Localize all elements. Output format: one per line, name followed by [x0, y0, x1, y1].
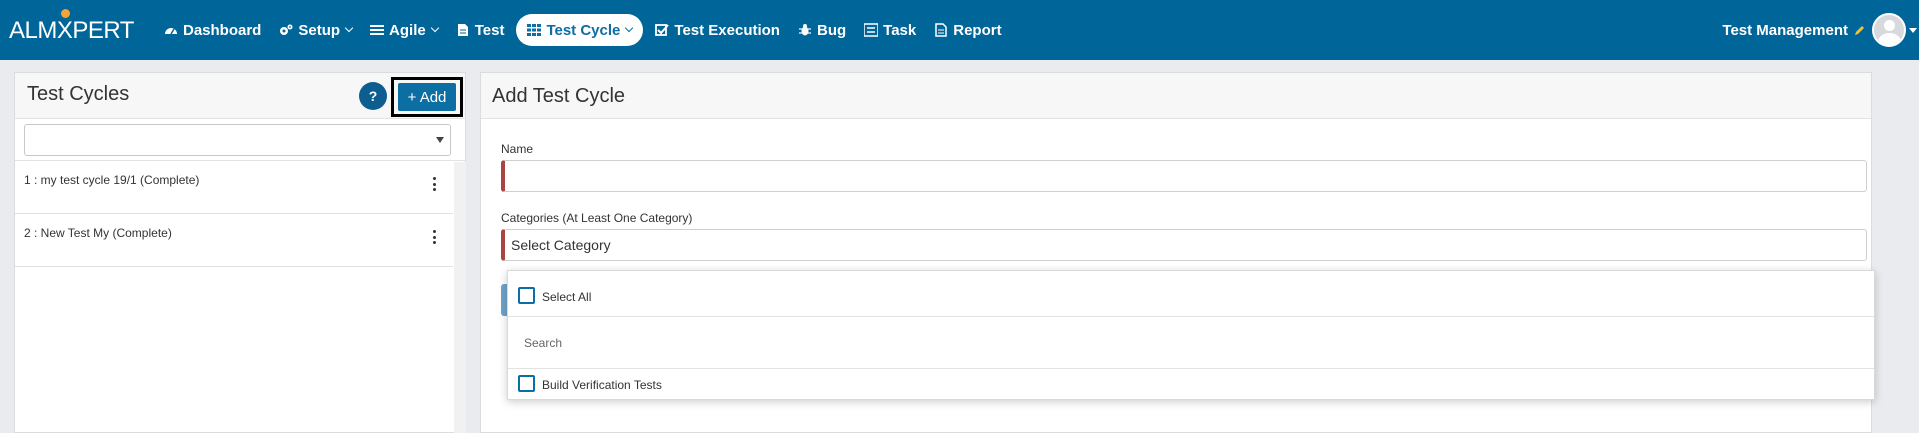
add-button[interactable]: + Add [398, 83, 456, 111]
name-label: Name [501, 142, 534, 156]
nav-task[interactable]: Task [855, 14, 925, 46]
nav-test-cycle[interactable]: Test Cycle [516, 14, 644, 46]
nav-bug-label: Bug [816, 21, 847, 39]
cycle-filter-select[interactable] [24, 124, 451, 156]
nav-dashboard-label: Dashboard [183, 21, 262, 39]
cycle-label: 1 : my test cycle 19/1 (Complete) [24, 173, 200, 187]
help-button[interactable]: ? [359, 82, 387, 110]
chevron-down-icon [430, 23, 439, 33]
gears-icon [280, 24, 293, 35]
cycle-label: 2 : New Test My (Complete) [24, 226, 172, 240]
select-all-label[interactable]: Select All [542, 290, 591, 304]
main-nav: Dashboard Setup Agile Test Test Cycle Te… [155, 14, 1011, 46]
kebab-menu-icon[interactable] [433, 230, 437, 244]
chevron-down-icon [344, 23, 354, 33]
kebab-menu-icon[interactable] [433, 177, 437, 191]
nav-report-label: Report [953, 21, 1002, 39]
bug-icon [798, 24, 811, 36]
question-icon: ? [368, 88, 378, 104]
pencil-icon[interactable] [1854, 24, 1866, 36]
logo-text-x: X [56, 9, 73, 44]
nav-agile-label: Agile [389, 21, 426, 39]
nav-test-execution-label: Test Execution [674, 21, 780, 39]
categories-value: Select Category [511, 237, 611, 253]
list-scrollbar[interactable] [454, 162, 466, 433]
categories-label: Categories (At Least One Category) [501, 211, 693, 225]
document-icon [457, 24, 468, 36]
nav-agile[interactable]: Agile [361, 14, 447, 46]
select-all-checkbox[interactable] [518, 287, 535, 304]
dashboard-icon [165, 28, 177, 35]
option-label[interactable]: Build Verification Tests [542, 378, 662, 392]
nav-test-execution[interactable]: Test Execution [646, 14, 789, 46]
add-button-focus-ring: + Add [391, 77, 463, 117]
caret-down-icon [436, 137, 444, 143]
panel-title: Test Cycles [27, 83, 130, 105]
add-test-cycle-header: Add Test Cycle [481, 73, 1871, 119]
project-name: Test Management [1722, 21, 1848, 39]
logo-text-right: PERT [72, 17, 134, 44]
test-cycles-header: Test Cycles ? + Add [15, 73, 465, 119]
name-input[interactable] [501, 160, 1867, 192]
chevron-down-icon [625, 23, 634, 33]
nav-test-label: Test [474, 21, 505, 39]
tasks-icon [864, 23, 879, 37]
nav-setup-label: Setup [298, 21, 341, 39]
option-checkbox[interactable] [518, 375, 535, 392]
nav-setup[interactable]: Setup [270, 14, 361, 46]
categories-select[interactable]: Select Category [501, 229, 1867, 261]
nav-dashboard[interactable]: Dashboard [155, 14, 270, 46]
report-icon [935, 23, 947, 37]
category-dropdown: Select All Search Build Verification Tes… [507, 270, 1875, 400]
logo-text-left: ALM [9, 17, 57, 44]
grid-icon [527, 24, 542, 36]
checkbox-icon [655, 24, 670, 36]
cycle-list-item[interactable]: 1 : my test cycle 19/1 (Complete) [15, 161, 453, 214]
user-avatar[interactable] [1872, 13, 1906, 47]
divider [508, 316, 1874, 317]
top-navbar: ALM X PERT Dashboard Setup Agile Test Test… [0, 0, 1919, 60]
nav-bug[interactable]: Bug [789, 14, 855, 46]
add-button-label: + Add [407, 88, 447, 106]
list-icon [370, 25, 385, 35]
form-title: Add Test Cycle [492, 85, 626, 107]
caret-down-icon[interactable] [1909, 27, 1917, 33]
filter-row [15, 119, 465, 161]
app-logo[interactable]: ALM X PERT [9, 9, 134, 48]
nav-test-cycle-label: Test Cycle [546, 21, 621, 39]
divider [508, 368, 1874, 369]
user-menu[interactable]: Test Management [1722, 13, 1919, 47]
nav-report[interactable]: Report [925, 14, 1010, 46]
nav-task-label: Task [883, 21, 917, 39]
cycle-list-item[interactable]: 2 : New Test My (Complete) [15, 214, 453, 267]
category-search-input[interactable]: Search [524, 336, 562, 350]
nav-test[interactable]: Test [447, 14, 514, 46]
test-cycles-panel: Test Cycles ? + Add 1 : my test cycle 19… [14, 72, 466, 433]
